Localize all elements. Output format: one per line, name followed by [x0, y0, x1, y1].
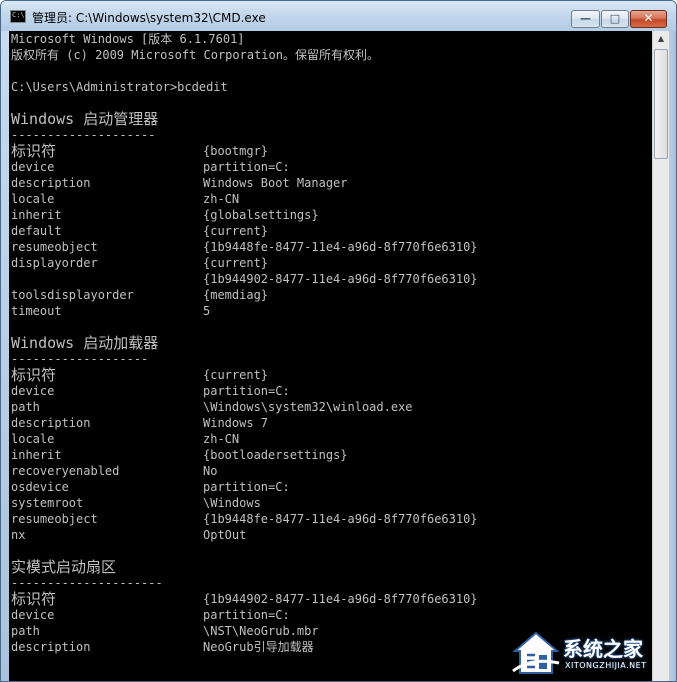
- vertical-scrollbar[interactable]: ▲: [652, 31, 669, 681]
- row-key: 标识符: [11, 590, 57, 608]
- row-value: partition=C:: [203, 608, 290, 622]
- row-key: description: [11, 416, 91, 430]
- row-key: systemroot: [11, 496, 84, 510]
- row-value: \NST\NeoGrub.mbr: [203, 624, 319, 638]
- row-key: default: [11, 224, 62, 238]
- row-key: osdevice: [11, 480, 69, 494]
- row-value: zh-CN: [203, 192, 240, 206]
- console-line-copyright: 版权所有 (c) 2009 Microsoft Corporation。保留所有…: [11, 48, 379, 62]
- row-value: \Windows\system32\winload.exe: [203, 400, 413, 414]
- row-value: {current}: [203, 368, 269, 382]
- section-rule: --------------------: [11, 128, 156, 142]
- row-value: {1b9448fe-8477-11e4-a96d-8f770f6e6310}: [203, 512, 478, 526]
- row-key: inherit: [11, 208, 62, 222]
- window-frame-right: [669, 31, 676, 681]
- row-value: {current}: [203, 256, 269, 270]
- house-logo-icon: [512, 631, 560, 674]
- row-value: \Windows: [203, 496, 261, 510]
- console-output[interactable]: Microsoft Windows [版本 6.1.7601] 版权所有 (c)…: [9, 31, 652, 681]
- cmd-app-icon[interactable]: C:\: [10, 10, 26, 23]
- site-watermark: 系统之家 XITONGZHIJIA.NET: [511, 625, 676, 681]
- row-key: description: [11, 640, 91, 654]
- row-key: description: [11, 176, 91, 190]
- section-rule: -------------------: [11, 352, 149, 366]
- watermark-subtext: XITONGZHIJIA.NET: [565, 661, 647, 670]
- maximize-button[interactable]: □: [601, 10, 629, 28]
- row-key: nx: [11, 528, 26, 542]
- row-value: partition=C:: [203, 384, 290, 398]
- minimize-button[interactable]: —: [571, 10, 600, 28]
- row-key: 标识符: [11, 366, 57, 384]
- row-key: 标识符: [11, 142, 57, 160]
- row-key: locale: [11, 432, 55, 446]
- row-key: path: [11, 624, 40, 638]
- row-key: inherit: [11, 448, 62, 462]
- row-value: OptOut: [203, 528, 247, 542]
- row-value: {bootmgr}: [203, 144, 269, 158]
- row-value: Windows 7: [203, 416, 269, 430]
- title-bar[interactable]: C:\ 管理员: C:\Windows\system32\CMD.exe — □…: [1, 1, 676, 31]
- row-value: NeoGrub引导加载器: [203, 640, 314, 654]
- cmd-icon-label: C:\: [12, 11, 25, 19]
- row-key: device: [11, 160, 55, 174]
- row-key: path: [11, 400, 40, 414]
- row-value: Windows Boot Manager: [203, 176, 348, 190]
- section-heading: 实模式启动扇区: [11, 558, 117, 576]
- scroll-up-icon[interactable]: ▲: [653, 31, 669, 47]
- watermark-text: 系统之家: [563, 637, 643, 661]
- row-value: No: [203, 464, 218, 478]
- row-value: {1b9448fe-8477-11e4-a96d-8f770f6e6310}: [203, 240, 478, 254]
- row-value: {1b944902-8477-11e4-a96d-8f770f6e6310}: [203, 592, 478, 606]
- console-prompt: C:\Users\Administrator>bcdedit: [11, 80, 228, 94]
- row-value: partition=C:: [203, 160, 290, 174]
- row-key: locale: [11, 192, 55, 206]
- row-key: resumeobject: [11, 512, 98, 526]
- scrollbar-thumb[interactable]: [654, 49, 668, 159]
- row-key: recoveryenabled: [11, 464, 120, 478]
- row-value: {memdiag}: [203, 288, 269, 302]
- row-value: {1b944902-8477-11e4-a96d-8f770f6e6310}: [203, 272, 478, 286]
- console-line-version: Microsoft Windows [版本 6.1.7601]: [11, 32, 245, 46]
- section-heading: Windows 启动加载器: [11, 334, 159, 352]
- cmd-window: C:\ 管理员: C:\Windows\system32\CMD.exe — □…: [0, 0, 677, 682]
- row-key: displayorder: [11, 256, 98, 270]
- window-title: 管理员: C:\Windows\system32\CMD.exe: [32, 11, 266, 25]
- row-value: {globalsettings}: [203, 208, 319, 222]
- close-button[interactable]: ✕: [630, 10, 667, 28]
- row-value: partition=C:: [203, 480, 290, 494]
- row-key: toolsdisplayorder: [11, 288, 134, 302]
- section-heading: Windows 启动管理器: [11, 110, 159, 128]
- row-key: device: [11, 608, 55, 622]
- row-key: timeout: [11, 304, 62, 318]
- row-key: resumeobject: [11, 240, 98, 254]
- row-value: {current}: [203, 224, 269, 238]
- row-value: zh-CN: [203, 432, 240, 446]
- row-value: 5: [203, 304, 211, 318]
- row-key: device: [11, 384, 55, 398]
- section-rule: ---------------------: [11, 576, 163, 590]
- row-value: {bootloadersettings}: [203, 448, 348, 462]
